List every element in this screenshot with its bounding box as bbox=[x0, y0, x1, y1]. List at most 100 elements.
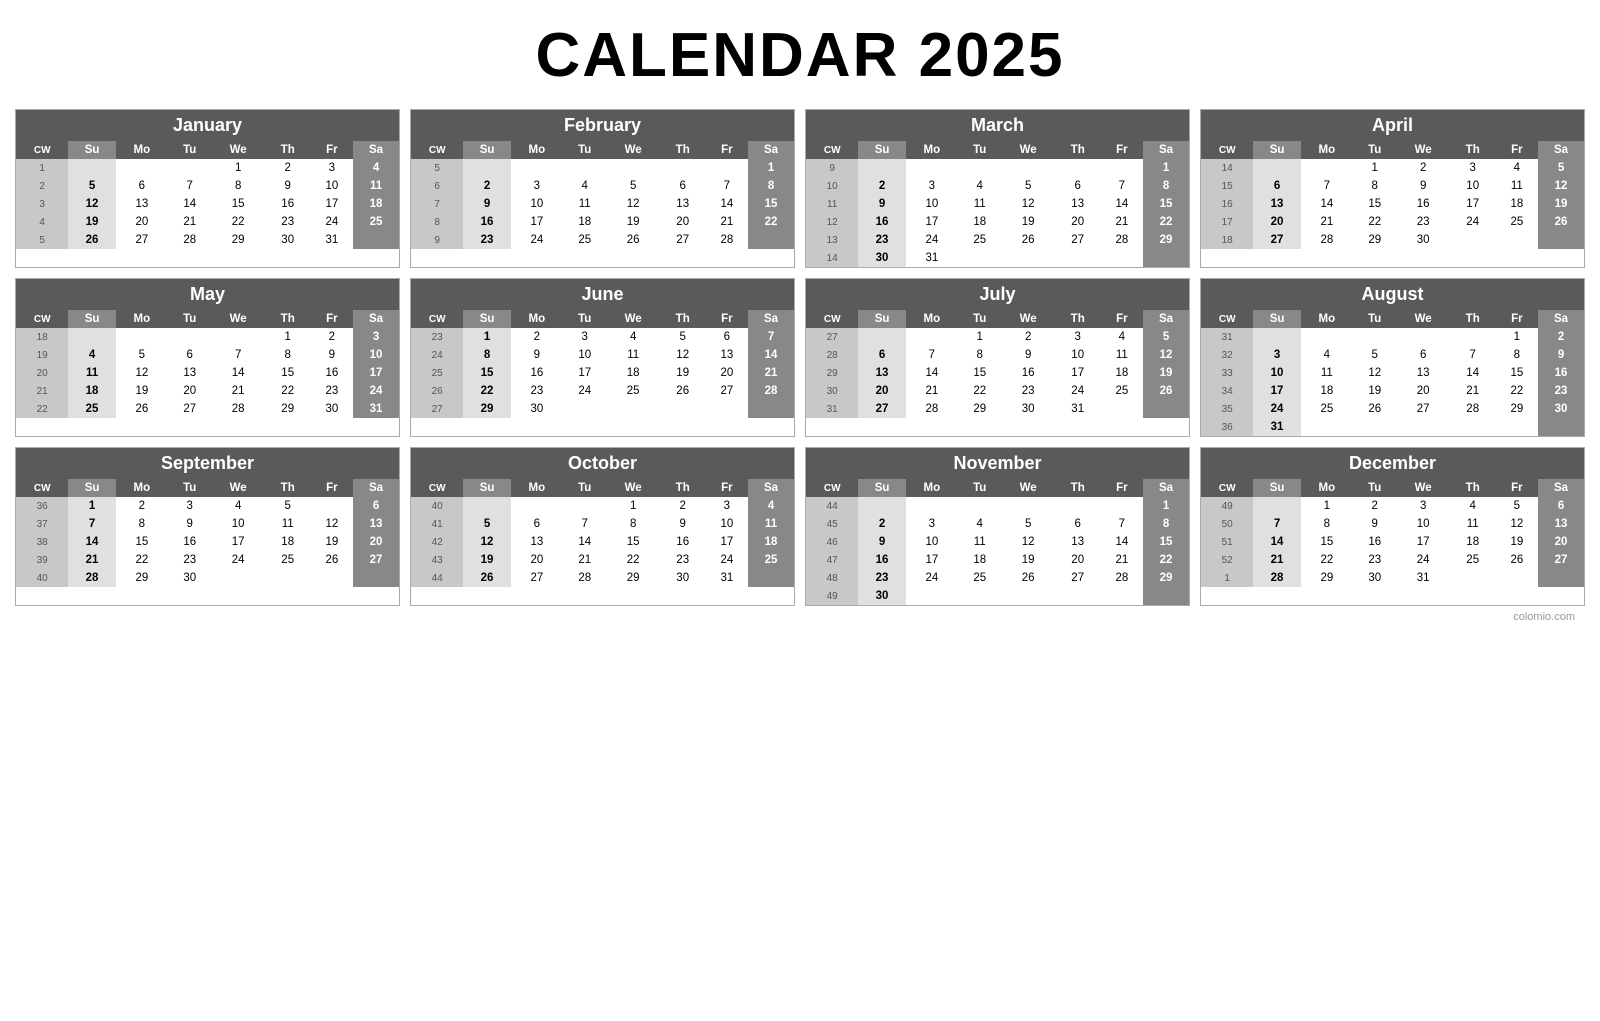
day-cell-fr: 19 bbox=[1496, 533, 1539, 551]
day-cell-su bbox=[858, 159, 905, 177]
day-cell-su: 21 bbox=[68, 551, 115, 569]
day-cell-fr: 1 bbox=[1496, 328, 1539, 346]
col-header-fr: Fr bbox=[1101, 479, 1144, 497]
day-cell-fr: 25 bbox=[1101, 382, 1144, 400]
day-cell-we: 23 bbox=[1397, 213, 1450, 231]
day-cell-tu bbox=[958, 587, 1002, 605]
day-cell-cw: 47 bbox=[806, 551, 858, 569]
day-cell-we: 21 bbox=[212, 382, 265, 400]
col-header-cw: CW bbox=[1201, 479, 1253, 497]
day-cell-sa: 6 bbox=[1538, 497, 1584, 515]
day-cell-cw: 37 bbox=[16, 515, 68, 533]
day-cell-th: 30 bbox=[660, 569, 706, 587]
day-cell-sa: 8 bbox=[1143, 515, 1189, 533]
col-header-th: Th bbox=[660, 310, 706, 328]
week-row: 2118192021222324 bbox=[16, 382, 399, 400]
day-cell-su: 13 bbox=[1253, 195, 1300, 213]
day-cell-th: 25 bbox=[265, 551, 311, 569]
col-header-su: Su bbox=[858, 141, 905, 159]
day-cell-cw: 38 bbox=[16, 533, 68, 551]
week-row: 51 bbox=[411, 159, 794, 177]
week-row: 272930 bbox=[411, 400, 794, 418]
day-cell-su: 26 bbox=[68, 231, 115, 249]
day-cell-sa bbox=[1143, 587, 1189, 605]
day-cell-tu bbox=[168, 159, 212, 177]
day-cell-th bbox=[660, 400, 706, 418]
day-cell-mo: 8 bbox=[116, 515, 168, 533]
day-cell-th bbox=[265, 569, 311, 587]
col-header-fr: Fr bbox=[311, 310, 354, 328]
week-row: 5114151617181920 bbox=[1201, 533, 1584, 551]
day-cell-cw: 41 bbox=[411, 515, 463, 533]
day-cell-fr: 7 bbox=[1101, 515, 1144, 533]
week-row: 102345678 bbox=[806, 177, 1189, 195]
day-cell-sa: 23 bbox=[1538, 382, 1584, 400]
day-cell-fr bbox=[1496, 569, 1539, 587]
day-cell-su: 21 bbox=[1253, 551, 1300, 569]
day-cell-fr: 4 bbox=[1101, 328, 1144, 346]
day-cell-sa: 1 bbox=[1143, 159, 1189, 177]
day-cell-cw: 26 bbox=[411, 382, 463, 400]
day-cell-fr bbox=[706, 159, 749, 177]
day-cell-su: 22 bbox=[463, 382, 510, 400]
day-cell-sa bbox=[1143, 400, 1189, 418]
day-cell-su: 7 bbox=[68, 515, 115, 533]
day-cell-mo bbox=[906, 587, 958, 605]
week-row: 3310111213141516 bbox=[1201, 364, 1584, 382]
day-cell-th: 7 bbox=[1450, 346, 1496, 364]
day-cell-sa: 11 bbox=[353, 177, 399, 195]
week-row: 36123456 bbox=[16, 497, 399, 515]
col-header-fr: Fr bbox=[706, 141, 749, 159]
day-cell-th: 31 bbox=[1055, 400, 1101, 418]
day-cell-fr: 26 bbox=[311, 551, 354, 569]
day-cell-sa: 2 bbox=[1538, 328, 1584, 346]
day-cell-tu: 23 bbox=[168, 551, 212, 569]
day-cell-tu: 5 bbox=[1353, 346, 1397, 364]
day-cell-we: 17 bbox=[212, 533, 265, 551]
day-cell-fr: 12 bbox=[1496, 515, 1539, 533]
day-cell-mo: 9 bbox=[511, 346, 563, 364]
week-row: 231234567 bbox=[411, 328, 794, 346]
month-table-january: CWSuMoTuWeThFrSa112342567891011312131415… bbox=[16, 141, 399, 249]
day-cell-tu: 9 bbox=[1353, 515, 1397, 533]
day-cell-sa: 22 bbox=[1143, 551, 1189, 569]
day-cell-we: 18 bbox=[607, 364, 660, 382]
day-cell-su bbox=[1253, 497, 1300, 515]
col-header-mo: Mo bbox=[511, 141, 563, 159]
day-cell-th bbox=[1055, 159, 1101, 177]
day-cell-th: 2 bbox=[660, 497, 706, 515]
day-cell-th bbox=[1450, 418, 1496, 436]
day-cell-th: 20 bbox=[1055, 213, 1101, 231]
month-table-february: CWSuMoTuWeThFrSa516234567879101112131415… bbox=[411, 141, 794, 249]
col-header-tu: Tu bbox=[1353, 310, 1397, 328]
day-cell-we: 1 bbox=[607, 497, 660, 515]
day-cell-fr bbox=[1101, 497, 1144, 515]
day-cell-cw: 31 bbox=[1201, 328, 1253, 346]
month-header-july: July bbox=[806, 279, 1189, 310]
day-cell-we: 30 bbox=[1002, 400, 1055, 418]
col-header-tu: Tu bbox=[168, 310, 212, 328]
week-row: 119101112131415 bbox=[806, 195, 1189, 213]
month-header-february: February bbox=[411, 110, 794, 141]
day-cell-mo: 10 bbox=[511, 195, 563, 213]
day-cell-cw: 18 bbox=[16, 328, 68, 346]
col-header-su: Su bbox=[68, 141, 115, 159]
day-cell-tu bbox=[168, 328, 212, 346]
col-header-mo: Mo bbox=[1301, 141, 1353, 159]
col-header-th: Th bbox=[1055, 479, 1101, 497]
day-cell-we: 16 bbox=[1002, 364, 1055, 382]
day-cell-tu: 4 bbox=[958, 177, 1002, 195]
col-header-cw: CW bbox=[16, 479, 68, 497]
day-cell-sa bbox=[748, 569, 794, 587]
day-cell-cw: 16 bbox=[1201, 195, 1253, 213]
day-cell-mo: 31 bbox=[906, 249, 958, 267]
day-cell-sa: 4 bbox=[353, 159, 399, 177]
day-cell-we: 26 bbox=[1002, 569, 1055, 587]
day-cell-th: 15 bbox=[265, 364, 311, 382]
col-header-mo: Mo bbox=[511, 310, 563, 328]
day-cell-su: 9 bbox=[463, 195, 510, 213]
day-cell-sa: 13 bbox=[1538, 515, 1584, 533]
week-row: 5262728293031 bbox=[16, 231, 399, 249]
day-cell-tu: 25 bbox=[958, 569, 1002, 587]
col-header-fr: Fr bbox=[311, 479, 354, 497]
